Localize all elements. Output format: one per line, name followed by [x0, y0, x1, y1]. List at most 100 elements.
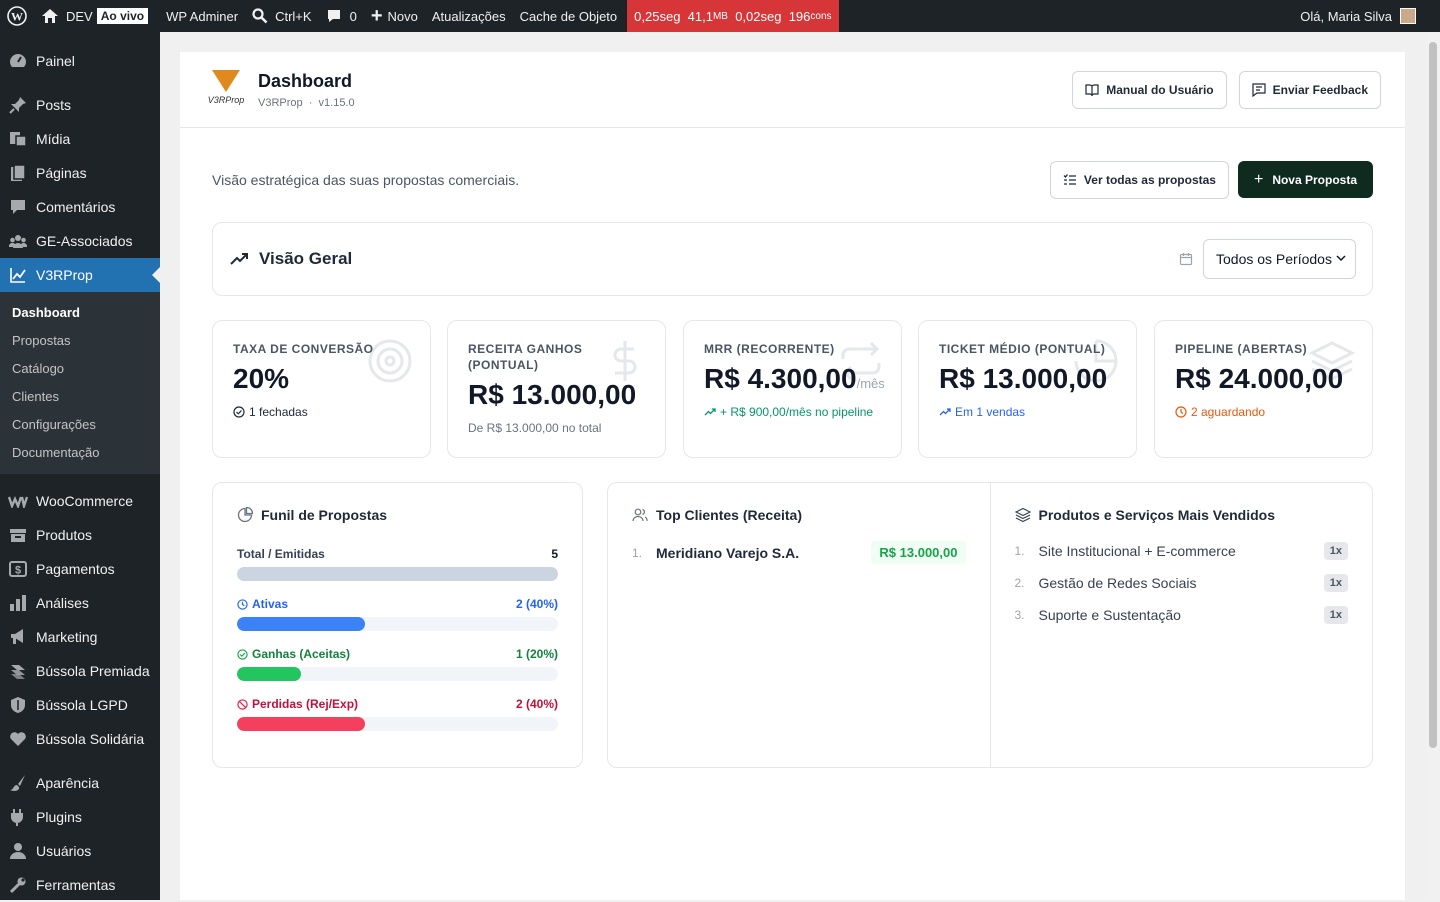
funnel-row-label: Ativas — [252, 597, 289, 611]
kpi-footer: De R$ 13.000,00 no total — [468, 421, 645, 435]
menu-painel[interactable]: Painel — [0, 44, 160, 78]
list-item[interactable]: 1. Site Institucional + E-commerce 1x — [1015, 535, 1348, 567]
submenu-configuracoes[interactable]: Configurações — [0, 410, 160, 438]
quantity-badge: 1x — [1323, 606, 1348, 624]
wp-adminer-link[interactable]: WP Adminer — [159, 0, 245, 32]
menu-analises[interactable]: Análises — [0, 586, 160, 620]
menu-aparencia[interactable]: Aparência — [0, 766, 160, 800]
user-manual-label: Manual do Usuário — [1106, 82, 1214, 97]
svg-text:W: W — [11, 10, 23, 24]
top-clients-panel: Top Clientes (Receita) 1. Meridiano Vare… — [608, 483, 990, 767]
list-item[interactable]: 3. Suporte e Sustentação 1x — [1015, 599, 1348, 631]
list-item[interactable]: 1. Meridiano Varejo S.A. R$ 13.000,00 — [632, 541, 966, 564]
menu-paginas[interactable]: Páginas — [0, 156, 160, 190]
kpi-label: PIPELINE (ABERTAS) — [1175, 342, 1308, 356]
archive-icon — [8, 525, 28, 545]
send-feedback-button[interactable]: Enviar Feedback — [1238, 70, 1381, 109]
menu-v3rprop[interactable]: V3RProp — [0, 258, 160, 292]
kpi-footer-text: De R$ 13.000,00 no total — [468, 421, 602, 435]
submenu-documentacao[interactable]: Documentação — [0, 438, 160, 466]
funnel-row-label-wrap: Ganhas (Aceitas) — [237, 647, 350, 661]
funnel-row-count: 1 (20%) — [515, 647, 558, 661]
users-icon — [632, 508, 648, 522]
funnel-row-label-wrap: Ativas — [237, 597, 288, 611]
site-menu[interactable]: DEV Ao vivo — [34, 0, 159, 32]
view-all-proposals-button[interactable]: Ver todas as propostas — [1049, 161, 1229, 199]
account-menu[interactable]: Olá, Maria Silva — [1300, 8, 1440, 24]
page-scrollbar[interactable] — [1426, 32, 1440, 900]
menu-label: GE-Associados — [36, 233, 133, 249]
funnel-row-count: 2 (40%) — [515, 597, 558, 611]
kpi-footer-text: Em 1 vendas — [955, 405, 1026, 419]
list-item[interactable]: 2. Gestão de Redes Sociais 1x — [1014, 567, 1348, 599]
woocommerce-icon — [8, 491, 28, 511]
submenu-clientes[interactable]: Clientes — [0, 382, 160, 410]
menu-label: Bússola LGPD — [36, 697, 128, 713]
kpi-footer-text: 2 aguardando — [1191, 405, 1266, 419]
funnel-bar — [237, 717, 558, 731]
menu-bussola-premiada[interactable]: Bússola Premiada — [0, 654, 160, 688]
search-shortcut[interactable]: Ctrl+K — [245, 0, 318, 32]
menu-midia[interactable]: Mídia — [0, 122, 160, 156]
funnel-bar — [237, 617, 558, 631]
updates-link[interactable]: Atualizações — [425, 0, 513, 32]
period-select[interactable]: Todos os Períodos — [1203, 239, 1356, 279]
funnel-row-label: Ganhas (Aceitas) — [252, 647, 351, 661]
rank: 2. — [1014, 576, 1025, 590]
perf-queries-unit: cons — [810, 10, 832, 22]
plus-icon: + — [370, 4, 383, 27]
scrollbar-thumb[interactable] — [1429, 42, 1437, 748]
comments-link[interactable]: 0 — [319, 0, 364, 32]
v3rprop-submenu: Dashboard Propostas Catálogo Clientes Co… — [0, 292, 160, 474]
menu-posts[interactable]: Posts — [0, 88, 160, 122]
funnel-bar — [237, 567, 558, 581]
book-icon — [1085, 83, 1099, 96]
intro-row: Visão estratégica das suas propostas com… — [180, 161, 1405, 199]
menu-bussola-lgpd[interactable]: Bússola LGPD — [0, 688, 160, 722]
wordpress-logo-icon[interactable]: W — [0, 0, 34, 32]
user-manual-button[interactable]: Manual do Usuário — [1072, 70, 1227, 109]
funnel-bar-fill — [237, 667, 302, 681]
check-circle-icon — [237, 648, 248, 660]
kpi-footer: Em 1 vendas — [939, 405, 1116, 419]
plugin-name: V3RProp — [258, 96, 303, 109]
trending-up-icon — [230, 253, 248, 265]
menu-comentarios[interactable]: Comentários — [0, 190, 160, 224]
top-lists-card: Top Clientes (Receita) 1. Meridiano Vare… — [607, 482, 1373, 768]
object-cache-link[interactable]: Cache de Objeto — [513, 0, 628, 32]
query-monitor[interactable]: 0,25seg 41,1 MB 0,02seg 196 cons — [627, 0, 839, 32]
message-icon — [1252, 82, 1266, 97]
funnel-row-total: Total / Emitidas 5 — [237, 547, 558, 581]
menu-bussola-solidaria[interactable]: Bússola Solidária — [0, 722, 160, 756]
quantity-badge: 1x — [1323, 574, 1348, 592]
media-icon — [8, 129, 28, 149]
new-label: Novo — [387, 8, 418, 24]
kpi-average-ticket: TICKET MÉDIO (PONTUAL) R$ 13.000,00 Em 1… — [918, 320, 1137, 458]
funnel-bar-fill — [237, 617, 366, 631]
menu-plugins[interactable]: Plugins — [0, 800, 160, 834]
plus-icon: + — [1253, 170, 1264, 188]
top-products-header: Produtos e Serviços Mais Vendidos — [1014, 507, 1349, 523]
submenu-propostas[interactable]: Propostas — [0, 326, 160, 354]
ban-icon — [237, 698, 248, 710]
new-content-menu[interactable]: + Novo — [364, 0, 425, 32]
kpi-footer: 2 aguardando — [1175, 405, 1352, 419]
rank: 1. — [632, 545, 643, 560]
menu-ferramentas[interactable]: Ferramentas — [0, 868, 160, 902]
menu-usuarios[interactable]: Usuários — [0, 834, 160, 868]
logo-text: V3RProp — [207, 94, 245, 105]
new-proposal-button[interactable]: + Nova Proposta — [1237, 161, 1373, 198]
menu-label: Usuários — [36, 843, 92, 859]
menu-pagamentos[interactable]: $ Pagamentos — [0, 552, 160, 586]
menu-label: WooCommerce — [36, 493, 133, 509]
product-name: Gestão de Redes Sociais — [1038, 575, 1197, 591]
menu-produtos[interactable]: Produtos — [0, 518, 160, 552]
menu-woocommerce[interactable]: WooCommerce — [0, 484, 160, 518]
kpi-footer: + R$ 900,00/mês no pipeline — [704, 405, 881, 419]
trending-up-icon — [704, 408, 716, 416]
chevron-down-icon — [1336, 255, 1346, 262]
menu-ge-associados[interactable]: GE-Associados — [0, 224, 160, 258]
menu-marketing[interactable]: Marketing — [0, 620, 160, 654]
submenu-dashboard[interactable]: Dashboard — [0, 298, 160, 326]
submenu-catalogo[interactable]: Catálogo — [0, 354, 160, 382]
